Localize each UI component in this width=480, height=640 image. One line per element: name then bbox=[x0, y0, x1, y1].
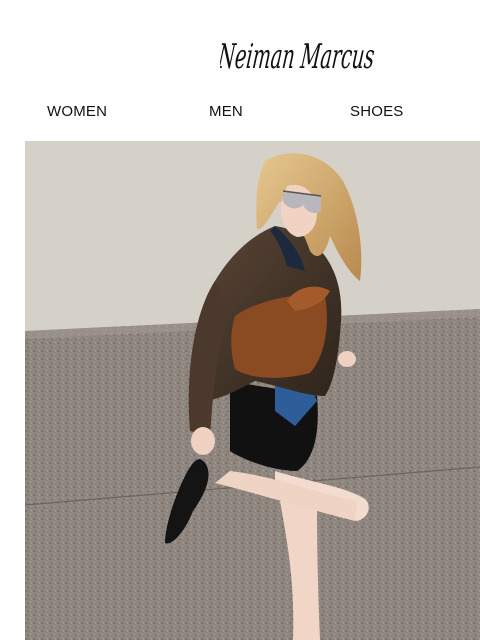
fashion-model-photo bbox=[25, 141, 480, 640]
hero-image[interactable] bbox=[25, 141, 480, 640]
main-nav: WOMEN MEN SHOES bbox=[0, 96, 480, 130]
logo-wordmark: Neiman Marcus bbox=[220, 37, 376, 77]
header: Neiman Marcus bbox=[0, 0, 480, 96]
nav-item-women[interactable]: WOMEN bbox=[47, 103, 107, 120]
nav-item-shoes[interactable]: SHOES bbox=[350, 103, 404, 120]
nav-item-men[interactable]: MEN bbox=[209, 103, 243, 120]
svg-text:Neiman Marcus: Neiman Marcus bbox=[220, 37, 376, 77]
brand-logo[interactable]: Neiman Marcus bbox=[220, 22, 382, 84]
